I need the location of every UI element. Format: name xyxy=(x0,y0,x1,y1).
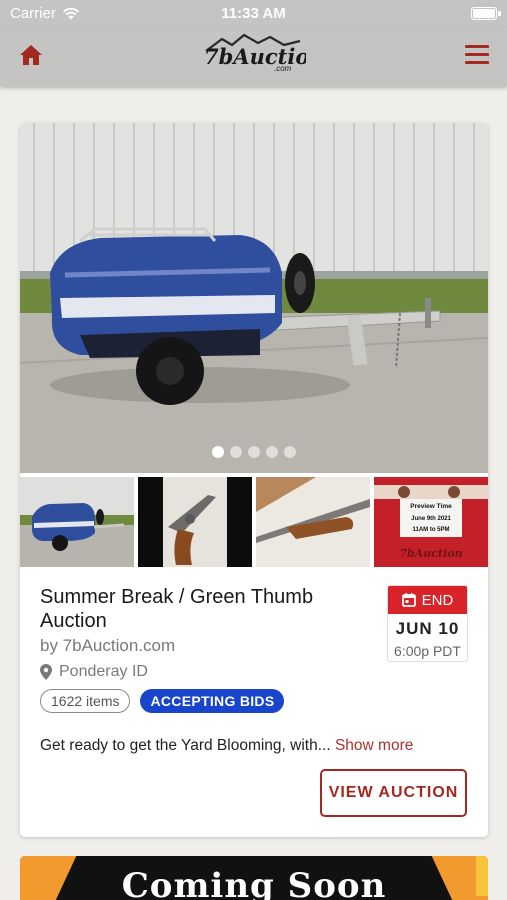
auction-title[interactable]: Summer Break / Green Thumb Auction xyxy=(40,585,340,633)
end-time: 6:00p PDT xyxy=(394,643,461,659)
description-text: Get ready to get the Yard Blooming, with… xyxy=(40,737,331,754)
end-date-box: END JUN 10 6:00p PDT xyxy=(387,585,468,662)
thumbnail-preview-line2: June 9th 2021 xyxy=(411,516,451,522)
status-bar: Carrier 11:33 AM xyxy=(0,0,507,28)
thumbnail-preview-logo: 7bAuction xyxy=(399,547,462,560)
thumbnail-preview-line1: Preview Time xyxy=(410,503,452,510)
auction-hero-image[interactable] xyxy=(20,123,488,473)
view-auction-button[interactable]: VIEW AUCTION xyxy=(320,769,467,817)
thumbnail-pistol[interactable] xyxy=(138,477,252,567)
items-count-badge: 1622 items xyxy=(40,689,131,713)
show-more-link[interactable]: Show more xyxy=(335,737,413,754)
carousel-dot[interactable] xyxy=(230,446,242,458)
thumbnail-rifle[interactable] xyxy=(256,477,370,567)
logo-sub: .com xyxy=(274,64,292,73)
auction-location: Ponderay ID xyxy=(40,663,148,681)
carousel-dot[interactable] xyxy=(212,446,224,458)
thumbnail-preview-line3: 11AM to 5PM xyxy=(412,527,449,533)
trailer-photo xyxy=(20,123,488,473)
thumbnail-strip: Preview Time June 9th 2021 11AM to 5PM 7… xyxy=(20,477,488,567)
end-label: END xyxy=(421,591,454,609)
end-date: JUN 10 xyxy=(395,619,460,638)
map-pin-icon xyxy=(40,664,52,680)
hamburger-menu-icon[interactable] xyxy=(465,45,489,65)
thumbnail-trailer[interactable] xyxy=(20,477,134,567)
thumbnail-preview-time[interactable]: Preview Time June 9th 2021 11AM to 5PM 7… xyxy=(374,477,488,567)
carousel-dot[interactable] xyxy=(284,446,296,458)
nav-bar: 7bAuction .com xyxy=(0,28,507,86)
location-text: Ponderay ID xyxy=(59,663,148,680)
calendar-icon xyxy=(401,593,416,607)
carousel-dot[interactable] xyxy=(266,446,278,458)
home-icon[interactable] xyxy=(18,42,44,68)
coming-soon-text: Coming Soon xyxy=(121,866,387,900)
carousel-dot[interactable] xyxy=(248,446,260,458)
carousel-dots[interactable] xyxy=(20,446,488,458)
site-logo[interactable]: 7bAuction .com xyxy=(200,31,306,73)
coming-soon-card[interactable]: Coming Soon xyxy=(20,856,488,900)
clock: 11:33 AM xyxy=(221,5,286,22)
status-badge: ACCEPTING BIDS xyxy=(140,689,285,713)
end-date-header: END xyxy=(388,586,467,614)
battery-tip xyxy=(498,11,501,16)
auction-byline: by 7bAuction.com xyxy=(40,636,176,655)
auction-card: Preview Time June 9th 2021 11AM to 5PM 7… xyxy=(20,123,488,837)
auction-badges: 1622 items ACCEPTING BIDS xyxy=(40,689,285,713)
battery-icon xyxy=(471,7,497,20)
auction-description: Get ready to get the Yard Blooming, with… xyxy=(40,737,413,755)
